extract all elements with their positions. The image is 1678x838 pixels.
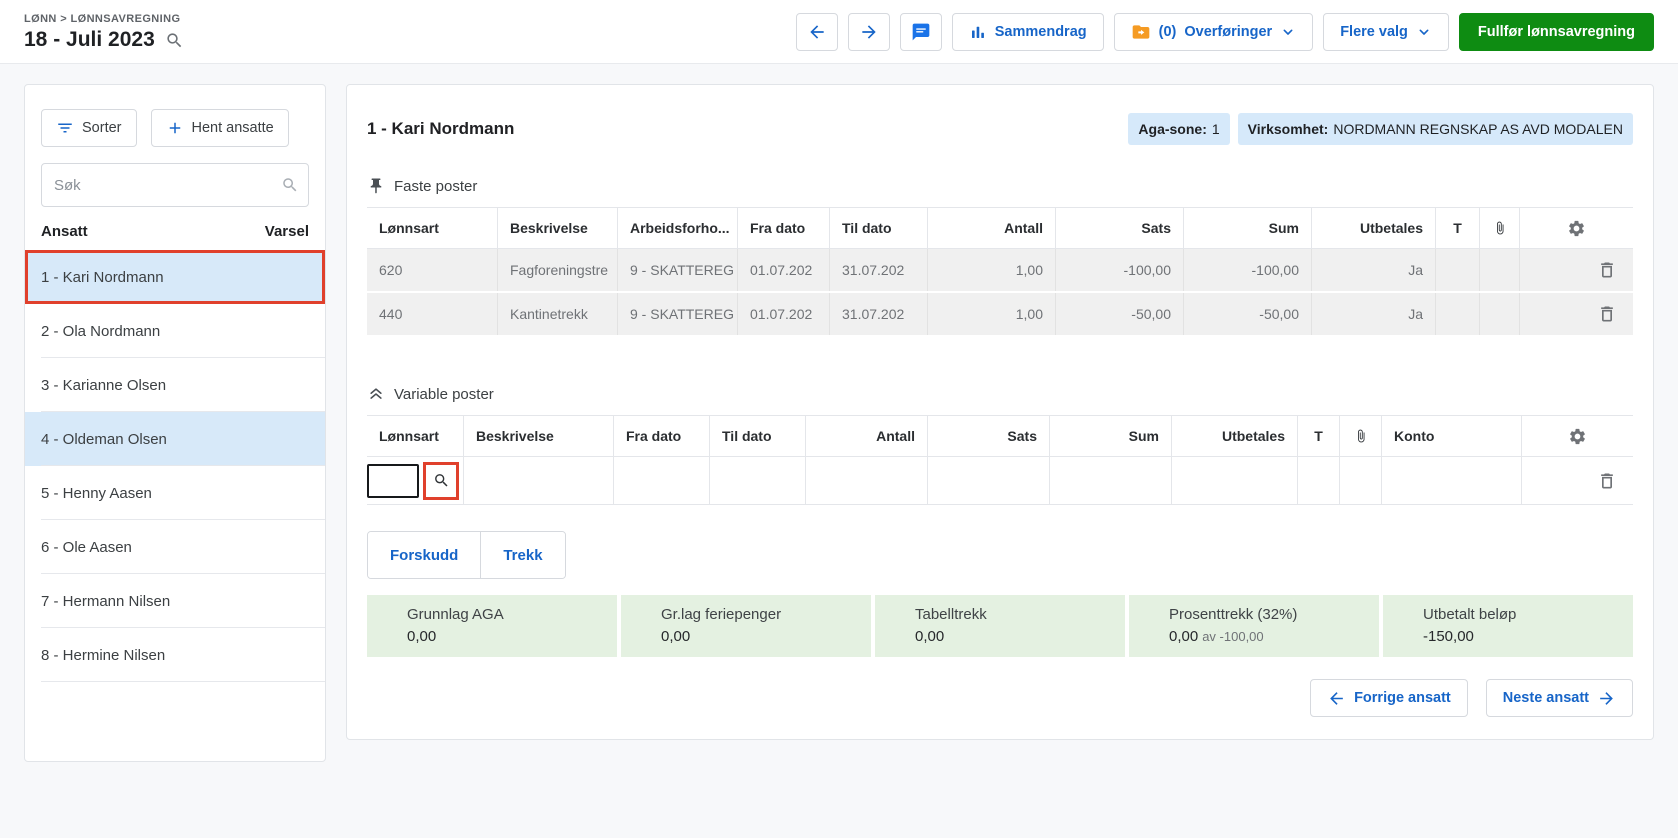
employee-list-item[interactable]: 8 - Hermine Nilsen <box>25 628 325 682</box>
comments-button[interactable] <box>900 13 942 51</box>
delete-row-button[interactable] <box>1597 471 1617 491</box>
filter-icon <box>56 119 74 137</box>
sorter-button[interactable]: Sorter <box>41 109 137 147</box>
arrow-right-icon <box>859 22 879 42</box>
variable-poster-header-row: Lønnsart Beskrivelse Fra dato Til dato A… <box>367 415 1633 457</box>
folder-move-icon <box>1131 22 1151 42</box>
variable-poster-table: Lønnsart Beskrivelse Fra dato Til dato A… <box>367 415 1633 505</box>
faste-poster-table: Lønnsart Beskrivelse Arbeidsforho... Fra… <box>367 207 1633 337</box>
period-search-icon[interactable] <box>165 31 184 50</box>
trash-icon <box>1597 471 1617 491</box>
sammendrag-button[interactable]: Sammendrag <box>952 13 1104 51</box>
search-icon <box>433 472 450 489</box>
plus-icon <box>166 119 184 137</box>
flere-valg-button[interactable]: Flere valg <box>1323 13 1449 51</box>
double-chevron-up-icon <box>367 385 385 403</box>
trekk-button[interactable]: Trekk <box>480 532 564 578</box>
employee-list-item[interactable]: 4 - Oldeman Olsen <box>25 412 325 466</box>
aga-sone-badge: Aga-sone:1 <box>1128 113 1229 145</box>
employee-search-input[interactable] <box>41 163 309 207</box>
neste-ansatt-button[interactable]: Neste ansatt <box>1486 679 1633 717</box>
trash-icon <box>1597 260 1617 280</box>
column-header-ansatt: Ansatt <box>41 223 88 240</box>
employee-list-item[interactable]: 7 - Hermann Nilsen <box>25 574 325 628</box>
faste-poster-row[interactable]: 620 Fagforeningstre 9 - SKATTEREG 01.07.… <box>367 249 1633 293</box>
employee-list-item[interactable]: 6 - Ole Aasen <box>25 520 325 574</box>
forskudd-button[interactable]: Forskudd <box>368 532 480 578</box>
summary-row: Grunnlag AGA 0,00 Gr.lag feriepenger 0,0… <box>367 595 1633 657</box>
chevron-down-icon <box>1280 24 1296 40</box>
employee-title: 1 - Kari Nordmann <box>367 119 514 139</box>
gear-icon <box>1567 219 1586 238</box>
employee-list: 1 - Kari Nordmann 2 - Ola Nordmann 3 - K… <box>25 250 325 682</box>
employee-list-item[interactable]: 1 - Kari Nordmann <box>25 250 325 304</box>
forrige-ansatt-button[interactable]: Forrige ansatt <box>1310 679 1468 717</box>
gear-icon <box>1568 427 1587 446</box>
faste-poster-row[interactable]: 440 Kantinetrekk 9 - SKATTEREG 01.07.202… <box>367 293 1633 337</box>
topbar: LØNN > LØNNSAVREGNING 18 - Juli 2023 Sam… <box>0 0 1678 64</box>
attachment-icon <box>1479 208 1519 248</box>
lonnsart-search-button[interactable] <box>423 462 459 500</box>
column-header-varsel: Varsel <box>265 223 309 240</box>
bar-chart-icon <box>969 23 987 41</box>
forskudd-trekk-tabs: Forskudd Trekk <box>367 531 566 579</box>
trash-icon <box>1597 304 1617 324</box>
hent-ansatte-button[interactable]: Hent ansatte <box>151 109 289 147</box>
search-icon <box>281 176 299 194</box>
employee-sidebar: Sorter Hent ansatte Ansatt Varsel 1 - Ka… <box>24 84 326 762</box>
arrow-left-icon <box>807 22 827 42</box>
page-title: 18 - Juli 2023 <box>24 28 155 52</box>
attachment-icon <box>1339 416 1381 456</box>
variable-poster-section-title: Variable poster <box>367 385 1633 403</box>
summary-utbetalt-belop: Utbetalt beløp -150,00 <box>1383 595 1633 657</box>
breadcrumb[interactable]: LØNN > LØNNSAVREGNING <box>24 13 184 25</box>
faste-table-settings-button[interactable] <box>1567 219 1586 238</box>
summary-grlag-feriepenger: Gr.lag feriepenger 0,00 <box>621 595 871 657</box>
employee-list-item[interactable]: 2 - Ola Nordmann <box>25 304 325 358</box>
pin-icon <box>367 177 385 195</box>
payslip-panel: 1 - Kari Nordmann Aga-sone:1 Virksomhet:… <box>346 84 1654 740</box>
faste-poster-section-title: Faste poster <box>367 177 1633 195</box>
overforinger-button[interactable]: (0) Overføringer <box>1114 13 1314 51</box>
chat-bubble-icon <box>911 22 931 42</box>
summary-grunnlag-aga: Grunnlag AGA 0,00 <box>367 595 617 657</box>
summary-tabelltrekk: Tabelltrekk 0,00 <box>875 595 1125 657</box>
lonnsart-input[interactable] <box>367 464 419 498</box>
delete-row-button[interactable] <box>1597 304 1617 324</box>
summary-prosenttrekk: Prosenttrekk (32%) 0,00av -100,00 <box>1129 595 1379 657</box>
next-period-button[interactable] <box>848 13 890 51</box>
variable-table-settings-button[interactable] <box>1568 427 1587 446</box>
fullfor-lonnsavregning-button[interactable]: Fullfør lønnsavregning <box>1459 13 1654 51</box>
previous-period-button[interactable] <box>796 13 838 51</box>
variable-poster-entry-row <box>367 457 1633 505</box>
faste-poster-header-row: Lønnsart Beskrivelse Arbeidsforho... Fra… <box>367 207 1633 249</box>
chevron-down-icon <box>1416 24 1432 40</box>
delete-row-button[interactable] <box>1597 260 1617 280</box>
arrow-left-icon <box>1327 689 1346 708</box>
employee-list-item[interactable]: 3 - Karianne Olsen <box>25 358 325 412</box>
employee-list-item[interactable]: 5 - Henny Aasen <box>25 466 325 520</box>
virksomhet-badge: Virksomhet:NORDMANN REGNSKAP AS AVD MODA… <box>1238 113 1633 145</box>
arrow-right-icon <box>1597 689 1616 708</box>
